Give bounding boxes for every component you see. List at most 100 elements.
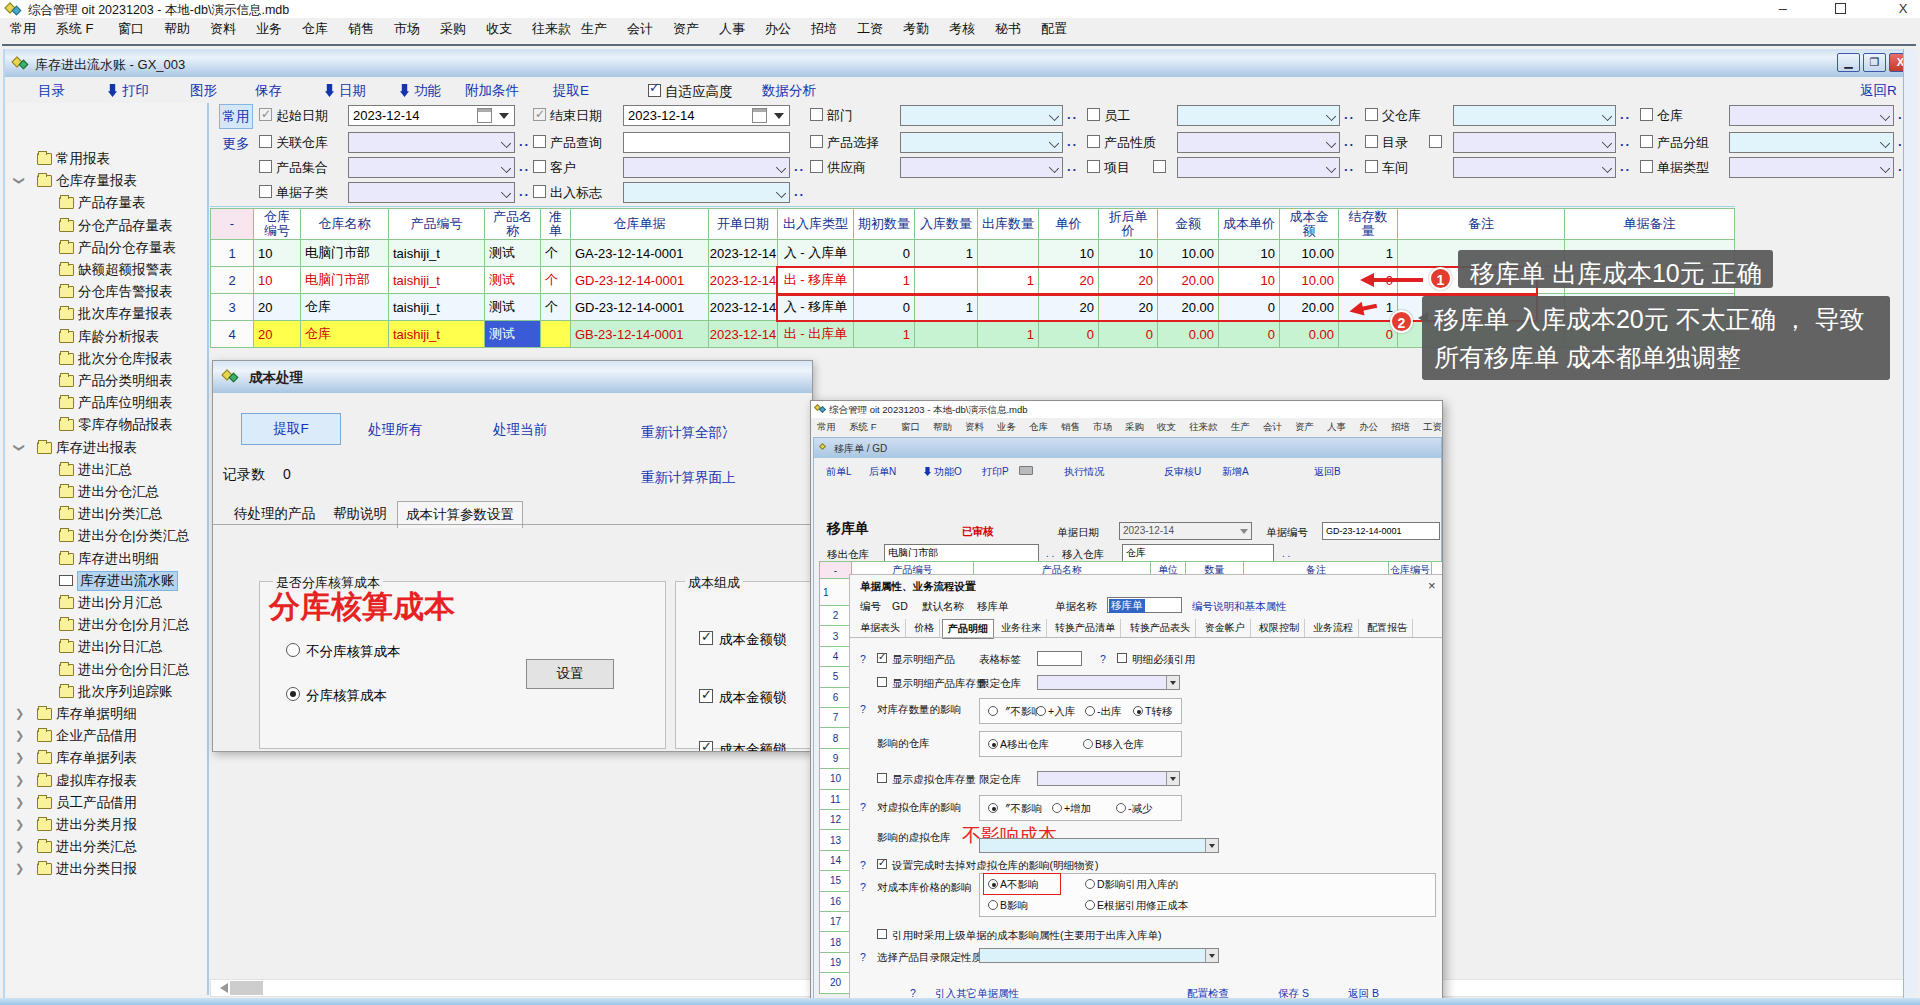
table-header-cell[interactable]: 期初数量	[854, 208, 915, 240]
tree-item-26[interactable]: ❯企业产品借用	[6, 726, 206, 746]
prop-tab-5[interactable]: 转换产品表头	[1125, 619, 1196, 637]
scroll-thumb[interactable]	[230, 981, 263, 995]
tree-item-9[interactable]: 批次分仓库报表	[6, 349, 206, 369]
recalc-all-link[interactable]: 重新计算全部冫	[641, 424, 736, 442]
expand-arrow-icon[interactable]: ❯	[13, 176, 26, 185]
prop-hdr-link[interactable]: 编号说明和基本属性	[1192, 600, 1287, 614]
tree-splitter[interactable]	[207, 103, 209, 995]
prop-tab-8[interactable]: 业务流程	[1308, 619, 1359, 637]
embed-menu-item[interactable]: 人事	[1327, 421, 1346, 434]
prop-tab-9[interactable]: 配置报告	[1362, 619, 1413, 637]
embed-in-input[interactable]: 仓库	[1122, 544, 1274, 562]
tree-item-30[interactable]: ❯进出分类月报	[6, 815, 206, 835]
tree-item-10[interactable]: 产品分类明细表	[6, 371, 206, 391]
tree-item-12[interactable]: 零库存物品报表	[6, 415, 206, 435]
menu-item-5[interactable]: 业务	[256, 20, 282, 38]
tree-item-18[interactable]: 库存进出明细	[6, 549, 206, 569]
embed-menu-item[interactable]: 生产	[1231, 421, 1250, 434]
tree-item-5[interactable]: 缺额超额报警表	[6, 260, 206, 280]
prop-radio[interactable]	[988, 739, 998, 749]
embed-menu-item[interactable]: 窗口	[901, 421, 920, 434]
collapse-arrow-icon[interactable]: ❯	[15, 774, 24, 787]
tree-item-24[interactable]: 批次序列追踪账	[6, 682, 206, 702]
embed-toolbar-item-5[interactable]: 反审核U	[1164, 465, 1201, 479]
toolbar-item-1[interactable]: 打印	[108, 82, 149, 100]
help-icon[interactable]: ?	[860, 703, 866, 715]
table-header-cell[interactable]: 单据备注	[1565, 208, 1735, 240]
table-header-cell[interactable]: 金额	[1158, 208, 1219, 240]
menu-item-18[interactable]: 工资	[857, 20, 883, 38]
prop-tab-4[interactable]: 转换产品清单	[1050, 619, 1121, 637]
tree-item-7[interactable]: 批次库存量报表	[6, 304, 206, 324]
minimize-button[interactable]: –	[1768, 4, 1798, 16]
toolbar-item-5[interactable]: 功能	[400, 82, 441, 100]
toolbar-item-4[interactable]: 日期	[325, 82, 366, 100]
embed-menu-item[interactable]: 市场	[1093, 421, 1112, 434]
extract-button[interactable]: 提取F	[241, 413, 341, 445]
menu-item-16[interactable]: 办公	[765, 20, 791, 38]
embed-menu-item[interactable]: 会计	[1263, 421, 1282, 434]
dropdown-caret-icon[interactable]	[1880, 138, 1890, 148]
prop-tab-7[interactable]: 权限控制	[1254, 619, 1305, 637]
menu-item-10[interactable]: 收支	[486, 20, 512, 38]
prop-dropdown[interactable]	[979, 838, 1219, 853]
menu-item-4[interactable]: 资料	[210, 20, 236, 38]
table-header-cell[interactable]: 备注	[1398, 208, 1565, 240]
embed-menu-item[interactable]: 仓库	[1029, 421, 1048, 434]
menu-item-17[interactable]: 招培	[811, 20, 837, 38]
tree-item-1[interactable]: ❯仓库存量报表	[6, 171, 206, 191]
prop-radio[interactable]	[1133, 706, 1143, 716]
embed-menu-item[interactable]: 资产	[1295, 421, 1314, 434]
menu-item-13[interactable]: 会计	[627, 20, 653, 38]
dropdown-caret-icon[interactable]	[1880, 111, 1890, 121]
filter-dropdown[interactable]	[1729, 157, 1894, 178]
prop-radio[interactable]	[1085, 900, 1095, 910]
menu-item-8[interactable]: 市场	[394, 20, 420, 38]
prop-checkbox[interactable]	[877, 859, 887, 869]
toolbar-item-8[interactable]: 数据分析	[762, 82, 816, 100]
tree-item-11[interactable]: 产品库位明细表	[6, 393, 206, 413]
table-header-cell[interactable]: 出入库类型	[778, 208, 854, 240]
prop-checkbox[interactable]	[1117, 653, 1127, 663]
menu-item-22[interactable]: 配置	[1041, 20, 1067, 38]
filter-checkbox[interactable]	[533, 185, 546, 198]
table-header-cell[interactable]: 成本金额	[1280, 208, 1339, 240]
filter-checkbox[interactable]	[1640, 160, 1653, 173]
prop-radio[interactable]	[1083, 739, 1093, 749]
collapse-arrow-icon[interactable]: ❯	[15, 751, 24, 764]
embed-menu-item[interactable]: 常用	[817, 421, 836, 434]
scroll-left-arrow[interactable]	[215, 983, 228, 993]
prop-dropdown[interactable]	[1037, 771, 1180, 786]
table-header-cell[interactable]: -	[210, 208, 254, 240]
tree-item-14[interactable]: 进出汇总	[6, 460, 206, 480]
embed-toolbar-item-1[interactable]: 后单N	[869, 465, 896, 479]
embed-menu-item[interactable]: 销售	[1061, 421, 1080, 434]
table-header-cell[interactable]: 产品编号	[389, 208, 485, 240]
embed-toolbar-item-3[interactable]: 打印P	[982, 465, 1009, 479]
recalc-ui-link[interactable]: 重新计算界面上	[641, 469, 736, 487]
collapse-arrow-icon[interactable]: ❯	[15, 840, 24, 853]
prop-checkbox[interactable]	[877, 773, 887, 783]
prop-tab-0[interactable]: 单据表头	[855, 619, 906, 637]
toolbar-item-7[interactable]: 提取E	[553, 82, 589, 100]
prop-radio[interactable]	[1036, 706, 1046, 716]
menu-item-20[interactable]: 考核	[949, 20, 975, 38]
table-header-cell[interactable]: 产品名称	[485, 208, 541, 240]
filter-dropdown[interactable]	[623, 182, 790, 203]
menu-item-6[interactable]: 仓库	[302, 20, 328, 38]
embed-menu-item[interactable]: 采购	[1125, 421, 1144, 434]
prop-radio[interactable]	[988, 900, 998, 910]
toolbar-item-2[interactable]: 图形	[190, 82, 217, 100]
help-icon[interactable]: ?	[860, 881, 866, 893]
menu-item-15[interactable]: 人事	[719, 20, 745, 38]
tree-item-8[interactable]: 库龄分析报表	[6, 327, 206, 347]
collapse-arrow-icon[interactable]: ❯	[15, 818, 24, 831]
embed-toolbar-item-0[interactable]: 前单L	[826, 465, 852, 479]
table-header-cell[interactable]: 结存数量	[1339, 208, 1398, 240]
prop-radio[interactable]	[1116, 803, 1126, 813]
tree-item-19[interactable]: 库存进出流水账	[6, 571, 206, 591]
embed-date-combo[interactable]: 2023-12-14	[1119, 522, 1252, 540]
help-icon[interactable]: ?	[860, 951, 866, 963]
tree-item-28[interactable]: ❯虚拟库存报表	[6, 771, 206, 791]
child-restore-button[interactable]: ❐	[1863, 53, 1886, 72]
